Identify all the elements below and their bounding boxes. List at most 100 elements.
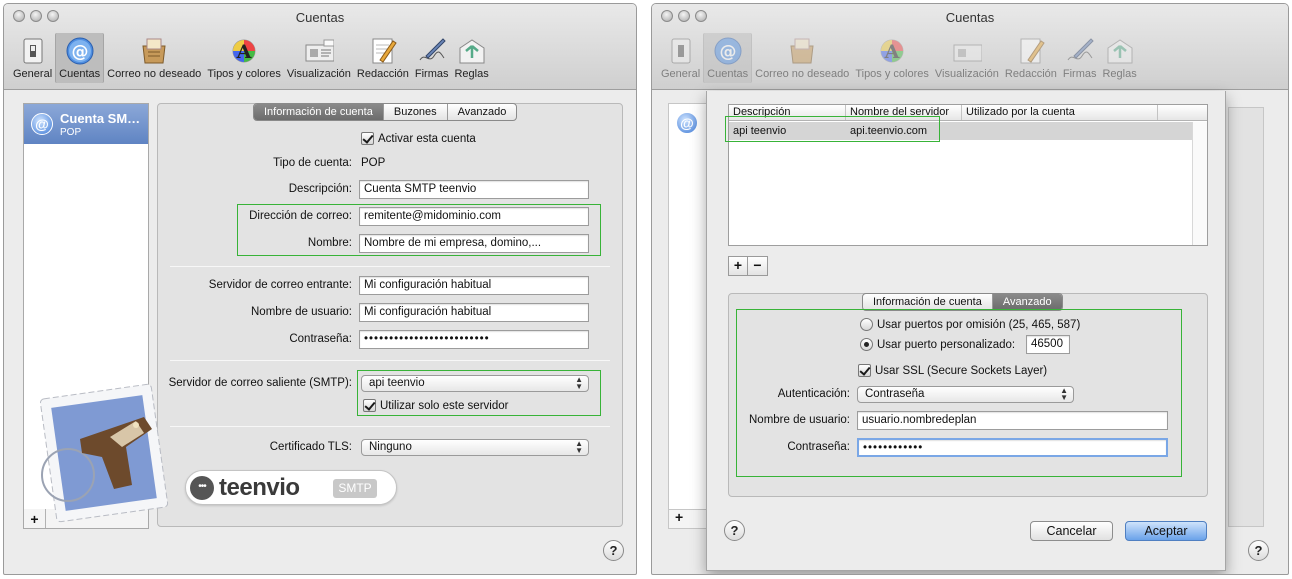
username-field[interactable]: Mi configuración habitual	[359, 303, 589, 322]
teenvio-smtp-badge: ••• teenvio SMTP	[185, 470, 397, 505]
separator	[170, 360, 610, 361]
account-settings-panel: Información de cuenta Buzones Avanzado A…	[157, 103, 623, 527]
window-title: Cuentas	[295, 10, 345, 25]
mail-stamp-icon	[40, 383, 169, 523]
custom-port-field[interactable]: 46500	[1026, 335, 1070, 354]
help-button[interactable]: ?	[724, 520, 745, 541]
toolbar-label: Tipos y colores	[855, 68, 929, 80]
signature-pen-icon	[1065, 36, 1095, 66]
rules-icon	[1105, 36, 1135, 66]
toolbar-label: Visualización	[934, 68, 999, 80]
cancel-button[interactable]: Cancelar	[1030, 521, 1113, 541]
account-row-selected[interactable]: @ Cuenta SMTP teenvio POP	[24, 104, 148, 144]
add-server-button[interactable]: +	[729, 257, 748, 275]
password-field[interactable]: ••••••••••••	[857, 438, 1168, 457]
account-type: POP	[60, 127, 82, 138]
authentication-select[interactable]: Contraseña ▲ ▼	[857, 386, 1074, 403]
tab-account-info[interactable]: Información de cuenta	[863, 294, 993, 310]
password-label: Contraseña:	[289, 333, 352, 345]
toolbar-accounts[interactable]: @ Cuentas	[55, 33, 105, 83]
toolbar-signatures[interactable]: Firmas	[412, 33, 452, 83]
use-ssl-checkbox[interactable]: Usar SSL (Secure Sockets Layer)	[858, 364, 1047, 377]
name-field[interactable]: Nombre de mi empresa, domino,...	[359, 234, 589, 253]
password-field[interactable]: •••••••••••••••••••••••••	[359, 330, 589, 349]
checkbox-checked-icon[interactable]	[858, 364, 871, 377]
enable-account-checkbox[interactable]: Activar esta cuenta	[361, 132, 476, 145]
username-field[interactable]: usuario.nombredeplan	[857, 411, 1168, 430]
toolbar-fonts[interactable]: A Tipos y colores	[852, 33, 932, 83]
tab-advanced[interactable]: Avanzado	[448, 104, 517, 120]
custom-port-radio[interactable]: Usar puerto personalizado:	[860, 338, 1015, 351]
tls-certificate-select[interactable]: Ninguno ▲ ▼	[361, 439, 589, 456]
toolbar-label: Firmas	[1062, 68, 1097, 80]
toolbar-label: Tipos y colores	[207, 68, 281, 80]
tls-certificate-value: Ninguno	[369, 441, 412, 453]
preferences-content: @ + ? Descripción Nombre del servidor Ut…	[652, 91, 1288, 574]
toolbar-accounts[interactable]: @ Cuentas	[703, 33, 753, 83]
toolbar-label: General	[13, 68, 53, 80]
accounts-window-right: Cuentas General @ Cuentas Correo no dese…	[651, 3, 1289, 575]
radio-on-icon[interactable]	[860, 338, 873, 351]
toolbar-junk[interactable]: Correo no deseado	[752, 33, 852, 83]
default-ports-radio[interactable]: Usar puertos por omisión (25, 465, 587)	[860, 318, 1080, 331]
help-button[interactable]: ?	[1248, 540, 1269, 561]
tab-advanced[interactable]: Avanzado	[992, 294, 1062, 310]
svg-text:A: A	[884, 41, 900, 63]
toolbar-general[interactable]: General	[10, 33, 55, 83]
smtp-server-select[interactable]: api teenvio ▲ ▼	[361, 375, 589, 392]
toolbar-label: Reglas	[454, 68, 489, 80]
account-type-value: POP	[361, 157, 386, 169]
toolbar-label: Cuentas	[707, 68, 749, 80]
toolbar-fonts[interactable]: A Tipos y colores	[204, 33, 284, 83]
toolbar-composing[interactable]: Redacción	[1002, 33, 1060, 83]
toolbar-label: Correo no deseado	[107, 68, 202, 80]
add-account-button[interactable]: +	[675, 509, 683, 525]
updown-arrows-icon: ▲ ▼	[575, 439, 583, 455]
only-this-server-checkbox[interactable]: Utilizar solo este servidor	[363, 399, 508, 412]
titlebar: Cuentas General @ Cuentas Correo no dese…	[4, 4, 636, 90]
tab-account-info[interactable]: Información de cuenta	[254, 104, 384, 120]
tls-label: Certificado TLS:	[269, 441, 352, 453]
switch-icon	[666, 36, 696, 66]
column-used-by[interactable]: Utilizado por la cuenta	[962, 105, 1158, 120]
description-label: Descripción:	[288, 183, 352, 195]
preferences-toolbar: General @ Cuentas Correo no deseado A Ti…	[658, 33, 1140, 83]
toolbar-viewing[interactable]: Visualización	[932, 33, 1002, 83]
toolbar-viewing[interactable]: Visualización	[284, 33, 354, 83]
window-title: Cuentas	[945, 10, 995, 25]
toolbar-rules[interactable]: Reglas	[1099, 33, 1139, 83]
at-sign-icon: @	[31, 113, 53, 135]
description-field[interactable]: Cuenta SMTP teenvio	[359, 180, 589, 199]
toolbar-label: Redacción	[356, 68, 409, 80]
updown-arrows-icon: ▲ ▼	[575, 375, 583, 391]
toolbar-junk[interactable]: Correo no deseado	[104, 33, 204, 83]
toolbar-rules[interactable]: Reglas	[451, 33, 491, 83]
table-scrollbar[interactable]	[1192, 122, 1207, 245]
tab-mailboxes[interactable]: Buzones	[384, 104, 448, 120]
username-label: Nombre de usuario:	[251, 306, 352, 318]
checkbox-checked-icon[interactable]	[361, 132, 374, 145]
radio-off-icon[interactable]	[860, 318, 873, 331]
add-remove-buttons: + −	[728, 256, 768, 276]
junk-mail-icon	[787, 36, 817, 66]
at-sign-icon: @	[713, 36, 743, 66]
toolbar-general[interactable]: General	[658, 33, 703, 83]
password-label: Contraseña:	[787, 441, 850, 453]
rules-icon	[457, 36, 487, 66]
account-tabs: Información de cuenta Buzones Avanzado	[253, 103, 518, 121]
svg-text:@: @	[719, 42, 736, 62]
email-field[interactable]: remitente@midominio.com	[359, 207, 589, 226]
account-type-label: Tipo de cuenta:	[273, 157, 352, 169]
enable-account-label: Activar esta cuenta	[378, 132, 476, 145]
incoming-server-field[interactable]: Mi configuración habitual	[359, 276, 589, 295]
toolbar-signatures[interactable]: Firmas	[1060, 33, 1100, 83]
help-button[interactable]: ?	[603, 540, 624, 561]
smtp-server-value: api teenvio	[369, 377, 425, 389]
cell-used-by	[962, 122, 970, 140]
checkbox-checked-icon[interactable]	[363, 399, 376, 412]
email-label: Dirección de correo:	[249, 210, 352, 222]
teenvio-logo-icon: •••	[190, 476, 214, 500]
toolbar-composing[interactable]: Redacción	[354, 33, 412, 83]
remove-server-button[interactable]: −	[748, 257, 767, 275]
ok-button[interactable]: Aceptar	[1125, 521, 1207, 541]
